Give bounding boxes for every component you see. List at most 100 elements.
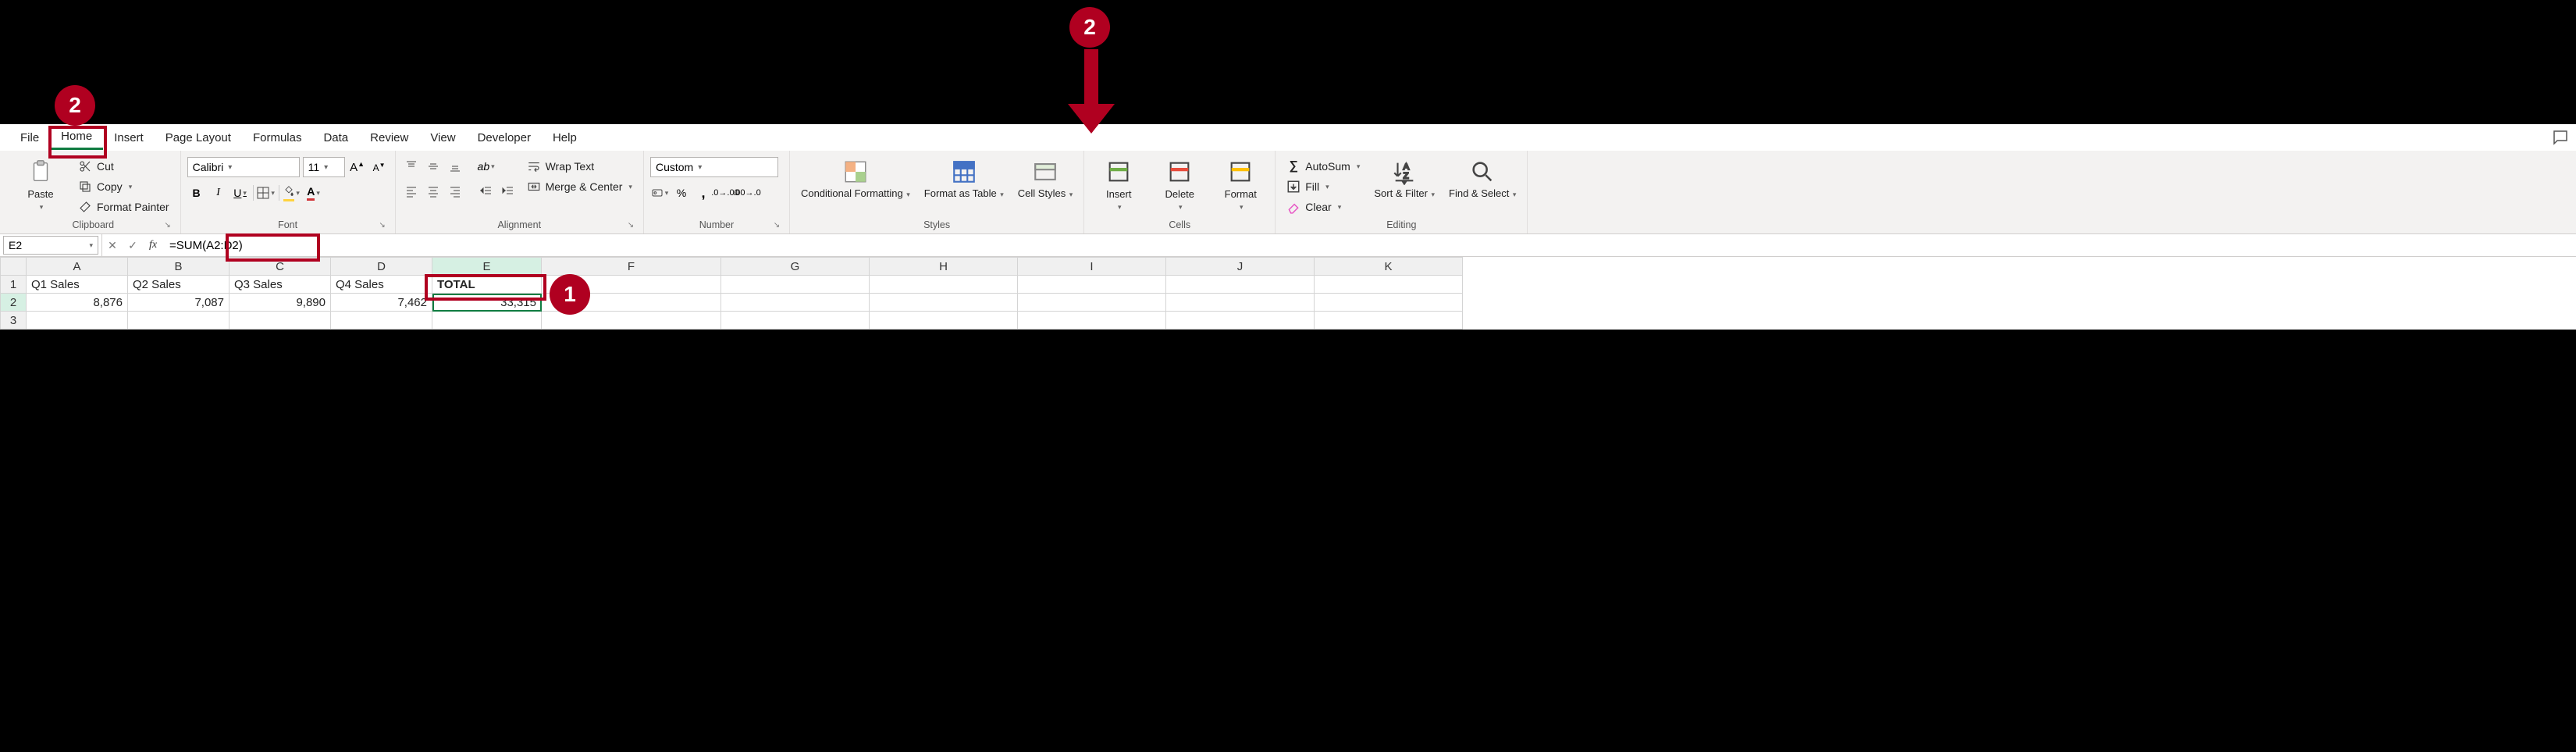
cell[interactable]	[1166, 312, 1315, 330]
cell[interactable]	[721, 312, 870, 330]
column-header[interactable]: A	[27, 258, 128, 276]
align-left-button[interactable]	[402, 182, 421, 201]
column-header[interactable]: E	[432, 258, 542, 276]
tab-review[interactable]: Review	[359, 127, 419, 149]
formula-input[interactable]: =SUM(A2:D2)	[163, 239, 2576, 252]
insert-cells-button[interactable]: Insert▾	[1091, 157, 1147, 213]
merge-center-button[interactable]: Merge & Center ▾	[522, 177, 637, 196]
cell[interactable]	[870, 294, 1018, 312]
row-header[interactable]: 3	[1, 312, 27, 330]
find-select-button[interactable]: Find & Select ▾	[1444, 157, 1521, 201]
align-right-button[interactable]	[446, 182, 464, 201]
cell[interactable]	[1166, 294, 1315, 312]
name-box[interactable]: E2 ▾	[3, 236, 98, 255]
bold-button[interactable]: B	[187, 184, 206, 202]
decrease-font-size-button[interactable]: A▼	[370, 158, 389, 176]
tab-page-layout[interactable]: Page Layout	[155, 127, 242, 149]
row-header[interactable]: 1	[1, 276, 27, 294]
cell-styles-button[interactable]: Cell Styles ▾	[1013, 157, 1077, 201]
cell[interactable]: 33,315	[432, 294, 542, 312]
align-top-button[interactable]	[402, 157, 421, 176]
cell[interactable]	[1018, 294, 1166, 312]
cell[interactable]	[1018, 312, 1166, 330]
increase-font-size-button[interactable]: A▲	[348, 158, 367, 176]
decrease-decimal-button[interactable]: .00→.0	[738, 184, 756, 202]
conditional-formatting-button[interactable]: Conditional Formatting ▾	[796, 157, 915, 201]
cell[interactable]	[870, 312, 1018, 330]
tab-file[interactable]: File	[9, 127, 50, 149]
tab-view[interactable]: View	[419, 127, 466, 149]
tab-developer[interactable]: Developer	[467, 127, 542, 149]
column-header[interactable]: B	[128, 258, 229, 276]
column-header[interactable]: C	[229, 258, 331, 276]
dialog-launcher-icon[interactable]: ↘	[626, 221, 635, 230]
column-header[interactable]: G	[721, 258, 870, 276]
cell[interactable]	[1315, 294, 1463, 312]
dialog-launcher-icon[interactable]: ↘	[378, 221, 387, 230]
cell[interactable]	[1018, 276, 1166, 294]
copy-button[interactable]: Copy ▾	[73, 177, 174, 196]
cell[interactable]	[870, 276, 1018, 294]
column-header[interactable]: D	[331, 258, 432, 276]
tab-home[interactable]: Home	[50, 125, 103, 150]
cell[interactable]	[721, 276, 870, 294]
cell[interactable]	[27, 312, 128, 330]
cell[interactable]	[1315, 276, 1463, 294]
comma-style-button[interactable]: ,	[694, 184, 713, 202]
sort-filter-button[interactable]: AZ Sort & Filter ▾	[1369, 157, 1439, 201]
wrap-text-button[interactable]: Wrap Text	[522, 157, 637, 176]
paste-button[interactable]: Paste ▾	[12, 157, 69, 213]
format-cells-button[interactable]: Format▾	[1212, 157, 1268, 213]
dialog-launcher-icon[interactable]: ↘	[772, 221, 781, 230]
increase-indent-button[interactable]	[499, 182, 518, 201]
cell[interactable]: 9,890	[229, 294, 331, 312]
borders-button[interactable]: ▾	[257, 184, 276, 202]
italic-button[interactable]: I	[209, 184, 228, 202]
sheet-table[interactable]: ABCDEFGHIJK1Q1 SalesQ2 SalesQ3 SalesQ4 S…	[0, 257, 1463, 330]
select-all-corner[interactable]	[1, 258, 27, 276]
tab-help[interactable]: Help	[542, 127, 588, 149]
font-size-dropdown[interactable]: 11 ▾	[303, 157, 345, 177]
cell[interactable]: 8,876	[27, 294, 128, 312]
cell[interactable]	[128, 312, 229, 330]
row-header[interactable]: 2	[1, 294, 27, 312]
decrease-indent-button[interactable]	[477, 182, 496, 201]
cell[interactable]	[229, 312, 331, 330]
clear-button[interactable]: Clear ▾	[1282, 198, 1364, 216]
cell[interactable]	[432, 312, 542, 330]
cell[interactable]: Q3 Sales	[229, 276, 331, 294]
cell[interactable]	[1315, 312, 1463, 330]
cell[interactable]: 7,462	[331, 294, 432, 312]
increase-decimal-button[interactable]: .0→.00	[716, 184, 735, 202]
format-as-table-button[interactable]: Format as Table ▾	[920, 157, 1009, 201]
tab-insert[interactable]: Insert	[103, 127, 155, 149]
insert-function-button[interactable]: fx	[143, 234, 163, 256]
orientation-button[interactable]: ab▾	[477, 157, 496, 176]
align-middle-button[interactable]	[424, 157, 443, 176]
dialog-launcher-icon[interactable]: ↘	[163, 221, 173, 230]
tab-data[interactable]: Data	[312, 127, 359, 149]
delete-cells-button[interactable]: Delete▾	[1151, 157, 1208, 213]
tab-formulas[interactable]: Formulas	[242, 127, 313, 149]
cell[interactable]: TOTAL	[432, 276, 542, 294]
worksheet-grid[interactable]: ABCDEFGHIJK1Q1 SalesQ2 SalesQ3 SalesQ4 S…	[0, 257, 2576, 330]
formula-enter-button[interactable]: ✓	[123, 234, 143, 256]
column-header[interactable]: J	[1166, 258, 1315, 276]
cut-button[interactable]: Cut	[73, 157, 174, 176]
font-color-button[interactable]: A▾	[304, 184, 323, 202]
number-format-dropdown[interactable]: Custom ▾	[650, 157, 778, 177]
cell[interactable]	[331, 312, 432, 330]
percent-button[interactable]: %	[672, 184, 691, 202]
cell[interactable]	[721, 294, 870, 312]
font-name-dropdown[interactable]: Calibri ▾	[187, 157, 300, 177]
format-painter-button[interactable]: Format Painter	[73, 198, 174, 216]
column-header[interactable]: F	[542, 258, 721, 276]
comments-icon[interactable]	[2551, 128, 2570, 147]
cell[interactable]: 7,087	[128, 294, 229, 312]
fill-color-button[interactable]: ▾	[283, 184, 301, 202]
cell[interactable]: Q2 Sales	[128, 276, 229, 294]
accounting-format-button[interactable]: ▾	[650, 184, 669, 202]
underline-button[interactable]: U▾	[231, 184, 250, 202]
column-header[interactable]: K	[1315, 258, 1463, 276]
autosum-button[interactable]: ∑ AutoSum ▾	[1282, 157, 1364, 176]
